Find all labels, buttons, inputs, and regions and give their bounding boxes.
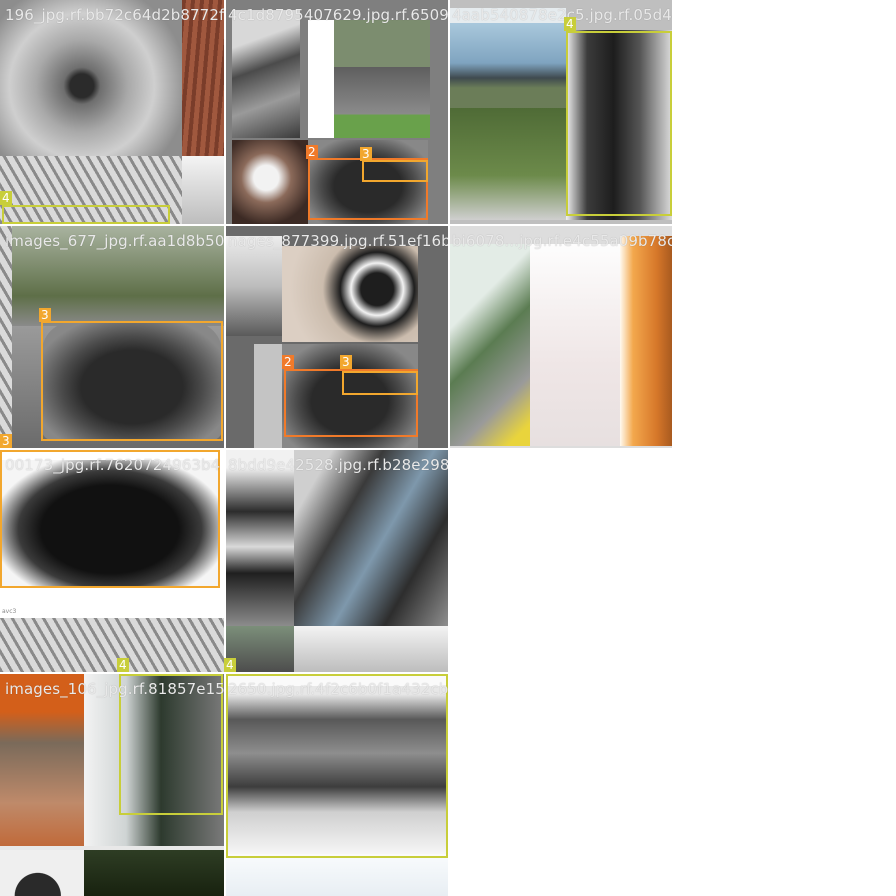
mosaic-tile-truck: 4 4aab540878e2c5.jpg.rf.05d4bca6e95d6aa4… <box>450 0 672 224</box>
bounding-box <box>41 321 223 441</box>
mosaic-tile-cars: 2 3 4c1d8795407629.jpg.rf.6509b1731d <box>226 0 448 224</box>
box-label: 3 <box>0 434 12 448</box>
bounding-box <box>362 160 428 182</box>
blank-photo <box>308 20 334 138</box>
fence-photo <box>0 226 12 448</box>
box-label: 3 <box>360 147 372 161</box>
snow-photo <box>294 626 448 672</box>
street-photo <box>226 626 294 672</box>
crash-photo <box>294 450 448 626</box>
dog-photo <box>232 140 308 224</box>
tile-filename: images_106_jpg.rf.81857e15f <box>5 680 224 698</box>
tile-filename: 00173_jpg.rf.7620724963b4 <box>5 456 221 474</box>
box-label: 4 <box>117 658 129 672</box>
tile-filename: 196_jpg.rf.bb72c64d2b8772fe0 <box>5 6 224 24</box>
mosaic-tile-orange-dog: bi6078...jpg.rf.e4c55a09b78c34de56 <box>450 226 672 448</box>
tile-filename: 8bdd9e42528.jpg.rf.b28e298ddc6a903f93bef… <box>228 456 448 474</box>
mosaic-tile-bus: 4 images_106_jpg.rf.81857e15f <box>0 674 224 896</box>
fence-photo <box>0 618 224 672</box>
street-photo <box>334 20 430 138</box>
wall-photo <box>254 344 282 448</box>
trees-photo <box>84 850 224 896</box>
mosaic-tile-puppy: 2 3 nages_877399.jpg.rf.51ef16bb3 <box>226 226 448 448</box>
bus-photo <box>226 236 282 336</box>
grass-photo <box>450 108 566 220</box>
bounding-box <box>2 205 170 224</box>
mosaic-tile-crash: 8bdd9e42528.jpg.rf.b28e298ddc6a903f93bef… <box>226 450 448 672</box>
tile-filename: nages_877399.jpg.rf.51ef16bb3 <box>228 232 448 250</box>
bounding-box <box>342 371 418 395</box>
box-label: 4 <box>0 191 12 205</box>
tile-filename: 4c1d8795407629.jpg.rf.6509b1731d <box>228 6 448 24</box>
box-label: 4 <box>224 658 236 672</box>
crash-photo <box>232 10 300 138</box>
box-label: 2 <box>282 355 294 369</box>
building-photo <box>0 850 84 896</box>
mosaic-tile-overturned-truck: 4 2650.jpg.rf.4f2c6b0f1a432cbaf168b329d4… <box>226 674 448 896</box>
tile-filename: bi6078...jpg.rf.e4c55a09b78c34de56 <box>452 232 672 250</box>
mosaic-tile-dog: 4 196_jpg.rf.bb72c64d2b8772fe0 <box>0 0 224 224</box>
bus-photo <box>0 674 84 846</box>
bus-photo <box>450 244 530 446</box>
dog-photo <box>620 236 672 446</box>
box-label: 3 <box>39 308 51 322</box>
snow-photo <box>226 858 448 896</box>
sky-photo <box>530 244 620 446</box>
box-label: 2 <box>306 145 318 159</box>
mosaic-tile-suv: avc3 3 00173_jpg.rf.7620724963b4 <box>0 450 224 672</box>
mosaic-tile-sedan: 3 images_677_jpg.rf.aa1d8b5028 <box>0 226 224 448</box>
watermark-text: avc3 <box>2 608 17 615</box>
puppy-photo <box>282 246 418 342</box>
bounding-box <box>566 31 672 216</box>
tile-filename: 2650.jpg.rf.4f2c6b0f1a432cbaf168b329d46b… <box>228 680 448 698</box>
sky-photo <box>182 156 224 224</box>
police-car-photo <box>226 450 294 626</box>
bounding-box <box>226 674 448 858</box>
tile-filename: 4aab540878e2c5.jpg.rf.05d4bca6e95d6aa4c9 <box>452 6 672 24</box>
box-label: 3 <box>340 355 352 369</box>
box-label: 4 <box>564 17 576 31</box>
tile-filename: images_677_jpg.rf.aa1d8b5028 <box>5 232 224 250</box>
